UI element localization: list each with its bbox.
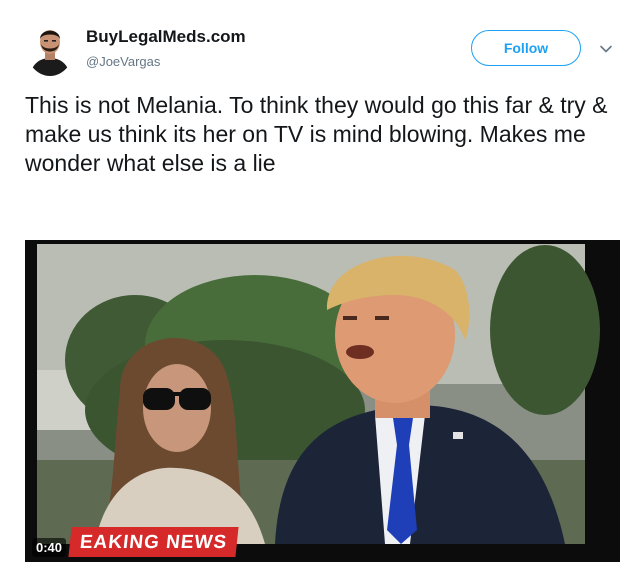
avatar-image: [26, 20, 74, 76]
chevron-down-icon[interactable]: [597, 40, 615, 58]
video-player[interactable]: [25, 240, 620, 562]
avatar[interactable]: [26, 20, 74, 76]
follow-button[interactable]: Follow: [471, 30, 581, 66]
video-timestamp: 0:40: [32, 538, 67, 557]
tweet-card: BuyLegalMeds.com @JoeVargas Follow This …: [0, 0, 632, 567]
display-name[interactable]: BuyLegalMeds.com: [86, 27, 246, 47]
video-frame: [25, 240, 620, 562]
user-handle[interactable]: @JoeVargas: [86, 54, 160, 69]
news-lower-third: EAKING NEWS: [68, 527, 239, 557]
tweet-text: This is not Melania. To think they would…: [25, 92, 608, 176]
